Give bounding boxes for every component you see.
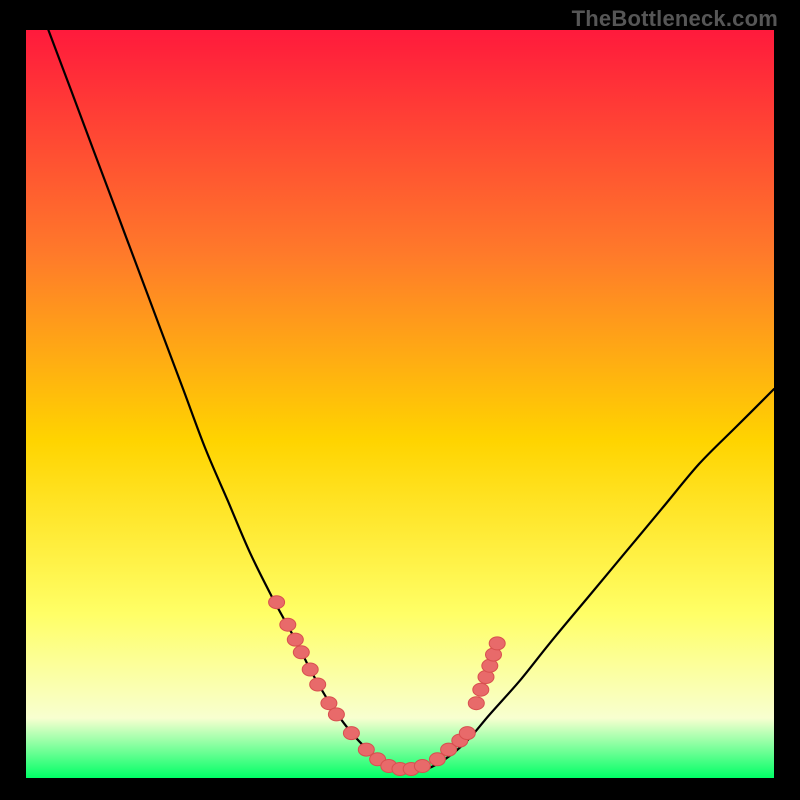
data-marker [328, 708, 344, 721]
data-marker [473, 683, 489, 696]
data-marker [459, 727, 475, 740]
bottleneck-chart [26, 30, 774, 778]
data-marker [489, 637, 505, 650]
data-marker [287, 633, 303, 646]
gradient-background [26, 30, 774, 778]
data-marker [414, 760, 430, 773]
data-marker [280, 618, 296, 631]
data-marker [468, 697, 484, 710]
data-marker [302, 663, 318, 676]
chart-frame [26, 30, 774, 778]
data-marker [269, 596, 285, 609]
data-marker [343, 727, 359, 740]
data-marker [293, 646, 309, 659]
data-marker [310, 678, 326, 691]
watermark-text: TheBottleneck.com [572, 6, 778, 32]
